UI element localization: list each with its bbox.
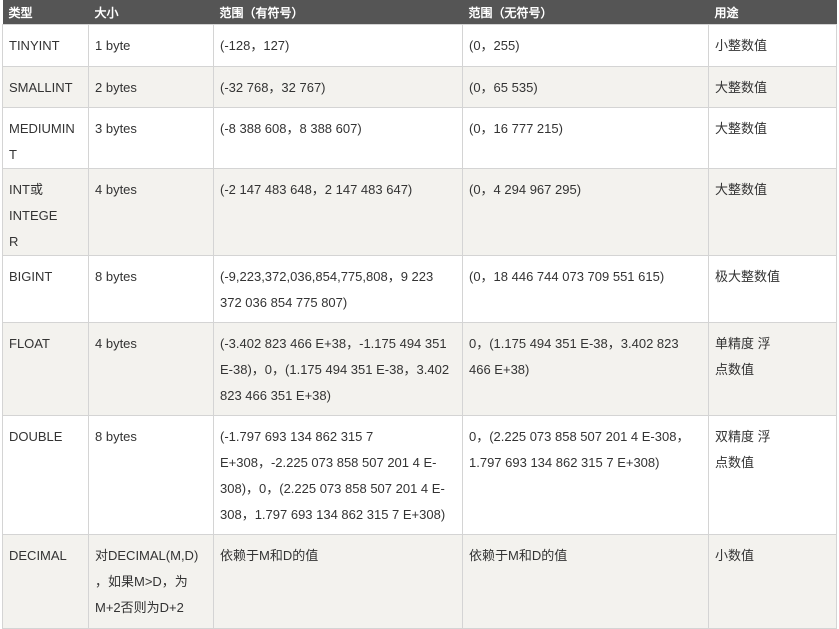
cell-signed-range: (-1.797 693 134 862 315 7 E+308，-2.225 0… — [213, 415, 463, 535]
header-signed-range: 范围（有符号） — [213, 0, 463, 25]
cell-unsigned-range: 0，(2.225 073 858 507 201 4 E-308，1.797 6… — [462, 415, 709, 535]
cell-size: 4 bytes — [88, 168, 214, 256]
cell-signed-range: (-9,223,372,036,854,775,808，9 223 372 03… — [213, 255, 463, 323]
header-unsigned-range: 范围（无符号） — [462, 0, 709, 25]
table-row: FLOAT 4 bytes (-3.402 823 466 E+38，-1.17… — [2, 322, 837, 416]
cell-type: INT或INTEGER — [2, 168, 89, 256]
cell-unsigned-range: (0，65 535) — [462, 66, 709, 108]
table-row: SMALLINT 2 bytes (-32 768，32 767) (0，65 … — [2, 66, 837, 108]
cell-unsigned-range: (0，16 777 215) — [462, 107, 709, 169]
table-row: DECIMAL 对DECIMAL(M,D) ，如果M>D，为M+2否则为D+2 … — [2, 534, 837, 629]
cell-signed-range: (-8 388 608，8 388 607) — [213, 107, 463, 169]
cell-signed-range: (-2 147 483 648，2 147 483 647) — [213, 168, 463, 256]
cell-type: BIGINT — [2, 255, 89, 323]
table-row: MEDIUMINT 3 bytes (-8 388 608，8 388 607)… — [2, 107, 837, 169]
cell-type: DECIMAL — [2, 534, 89, 629]
cell-usage: 大整数值 — [708, 107, 837, 169]
cell-type: MEDIUMINT — [2, 107, 89, 169]
table-row: TINYINT 1 byte (-128，127) (0，255) 小整数值 — [2, 24, 837, 67]
cell-usage: 极大整数值 — [708, 255, 837, 323]
cell-signed-range: (-128，127) — [213, 24, 463, 67]
cell-usage: 大整数值 — [708, 168, 837, 256]
header-usage: 用途 — [708, 0, 837, 25]
cell-usage: 小整数值 — [708, 24, 837, 67]
cell-type: TINYINT — [2, 24, 89, 67]
cell-unsigned-range: (0，255) — [462, 24, 709, 67]
cell-size: 对DECIMAL(M,D) ，如果M>D，为M+2否则为D+2 — [88, 534, 214, 629]
cell-type: SMALLINT — [2, 66, 89, 108]
header-size: 大小 — [88, 0, 214, 25]
table-row: DOUBLE 8 bytes (-1.797 693 134 862 315 7… — [2, 415, 837, 535]
cell-unsigned-range: (0，18 446 744 073 709 551 615) — [462, 255, 709, 323]
cell-signed-range: 依赖于M和D的值 — [213, 534, 463, 629]
cell-usage: 单精度 浮点数值 — [708, 322, 837, 416]
cell-unsigned-range: (0，4 294 967 295) — [462, 168, 709, 256]
cell-size: 4 bytes — [88, 322, 214, 416]
cell-signed-range: (-3.402 823 466 E+38，-1.175 494 351 E-38… — [213, 322, 463, 416]
table-header: 类型 大小 范围（有符号） 范围（无符号） 用途 — [2, 0, 837, 25]
cell-unsigned-range: 依赖于M和D的值 — [462, 534, 709, 629]
cell-usage: 小数值 — [708, 534, 837, 629]
cell-usage: 大整数值 — [708, 66, 837, 108]
cell-type: DOUBLE — [2, 415, 89, 535]
table-row: BIGINT 8 bytes (-9,223,372,036,854,775,8… — [2, 255, 837, 323]
cell-size: 8 bytes — [88, 255, 214, 323]
header-row: 类型 大小 范围（有符号） 范围（无符号） 用途 — [2, 0, 837, 25]
cell-size: 3 bytes — [88, 107, 214, 169]
cell-type: FLOAT — [2, 322, 89, 416]
cell-size: 8 bytes — [88, 415, 214, 535]
cell-size: 2 bytes — [88, 66, 214, 108]
cell-size: 1 byte — [88, 24, 214, 67]
cell-signed-range: (-32 768，32 767) — [213, 66, 463, 108]
table-body: TINYINT 1 byte (-128，127) (0，255) 小整数值 S… — [2, 24, 837, 629]
cell-unsigned-range: 0，(1.175 494 351 E-38，3.402 823 466 E+38… — [462, 322, 709, 416]
table-row: INT或INTEGER 4 bytes (-2 147 483 648，2 14… — [2, 168, 837, 256]
cell-usage: 双精度 浮点数值 — [708, 415, 837, 535]
header-type: 类型 — [2, 0, 89, 25]
mysql-numeric-types-table: 类型 大小 范围（有符号） 范围（无符号） 用途 TINYINT 1 byte … — [2, 0, 837, 629]
